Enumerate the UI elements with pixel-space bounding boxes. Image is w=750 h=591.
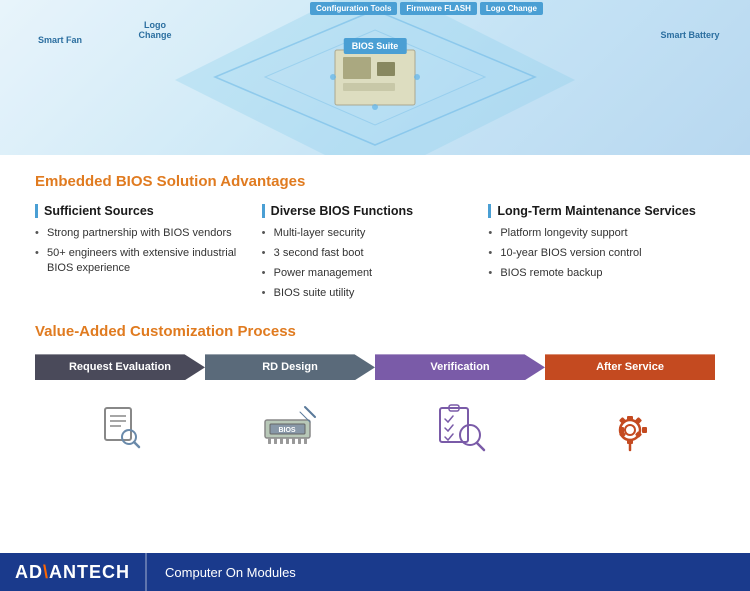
smart-fan-label: Smart Fan: [30, 35, 90, 45]
col3-item-1: Platform longevity support: [488, 226, 700, 241]
logo-change-tag: Logo Change: [480, 2, 543, 15]
step-after-service: After Service: [545, 354, 715, 474]
step1-header: Request Evaluation: [35, 354, 205, 380]
col2-item-2: 3 second fast boot: [262, 246, 474, 261]
step-rd-design: RD Design BIOS: [205, 354, 375, 474]
col2-list: Multi-layer security 3 second fast boot …: [262, 226, 474, 300]
col1-sufficient-sources: Sufficient Sources Strong partnership wi…: [35, 204, 262, 305]
advantages-grid: Sufficient Sources Strong partnership wi…: [35, 204, 715, 305]
step-request-evaluation: Request Evaluation: [35, 354, 205, 474]
col1-list: Strong partnership with BIOS vendors 50+…: [35, 226, 247, 276]
process-steps: Request Evaluation RD Design: [35, 354, 715, 474]
col1-title: Sufficient Sources: [35, 204, 247, 218]
col3-maintenance: Long-Term Maintenance Services Platform …: [488, 204, 715, 305]
fw-flash-tag: Firmware FLASH: [400, 2, 476, 15]
main-content: Embedded BIOS Solution Advantages Suffic…: [0, 155, 750, 489]
after-service-icon: [603, 400, 658, 455]
col1-item-1: Strong partnership with BIOS vendors: [35, 226, 247, 241]
smart-battery-label: Smart Battery: [655, 30, 725, 40]
col2-item-3: Power management: [262, 266, 474, 281]
col3-title: Long-Term Maintenance Services: [488, 204, 700, 218]
col2-item-4: BIOS suite utility: [262, 286, 474, 301]
step3-icon-area: [422, 380, 498, 474]
cfg-tools-tag: Configuration Tools: [310, 2, 397, 15]
col2-item-1: Multi-layer security: [262, 226, 474, 241]
tool-badges: Configuration Tools Firmware FLASH Logo …: [310, 2, 543, 15]
step4-icon-area: [595, 380, 666, 474]
verification-icon: [430, 400, 490, 455]
footer-logo: AD\ANTECH: [15, 562, 130, 583]
col3-item-2: 10-year BIOS version control: [488, 246, 700, 261]
svg-text:BIOS: BIOS: [278, 427, 295, 434]
section2-title: Value-Added Customization Process: [35, 323, 715, 340]
step3-header: Verification: [375, 354, 545, 380]
footer-subtitle: Computer On Modules: [147, 565, 314, 580]
col2-diverse-bios: Diverse BIOS Functions Multi-layer secur…: [262, 204, 489, 305]
bios-suite-badge: BIOS Suite: [344, 38, 407, 54]
col1-item-2: 50+ engineers with extensive industrial …: [35, 246, 247, 276]
step1-icon-area: [85, 380, 156, 474]
col3-item-3: BIOS remote backup: [488, 266, 700, 281]
request-evaluation-icon: [93, 400, 148, 455]
step2-icon-area: BIOS: [252, 380, 328, 474]
diagram-section: BIOS Suite Configuration Tools Firmware …: [0, 0, 750, 155]
logo-ad: AD: [15, 562, 43, 582]
section1-title: Embedded BIOS Solution Advantages: [35, 173, 715, 190]
footer-logo-box: AD\ANTECH: [0, 553, 146, 591]
rd-design-icon: BIOS: [260, 402, 320, 452]
footer-bar: AD\ANTECH Computer On Modules: [0, 553, 750, 591]
logo-antech: ANTECH: [49, 562, 130, 582]
col2-title: Diverse BIOS Functions: [262, 204, 474, 218]
step4-header: After Service: [545, 354, 715, 380]
step2-header: RD Design: [205, 354, 375, 380]
col3-list: Platform longevity support 10-year BIOS …: [488, 226, 700, 281]
logo-change-label: Logo Change: [130, 20, 180, 40]
step-verification: Verification: [375, 354, 545, 474]
